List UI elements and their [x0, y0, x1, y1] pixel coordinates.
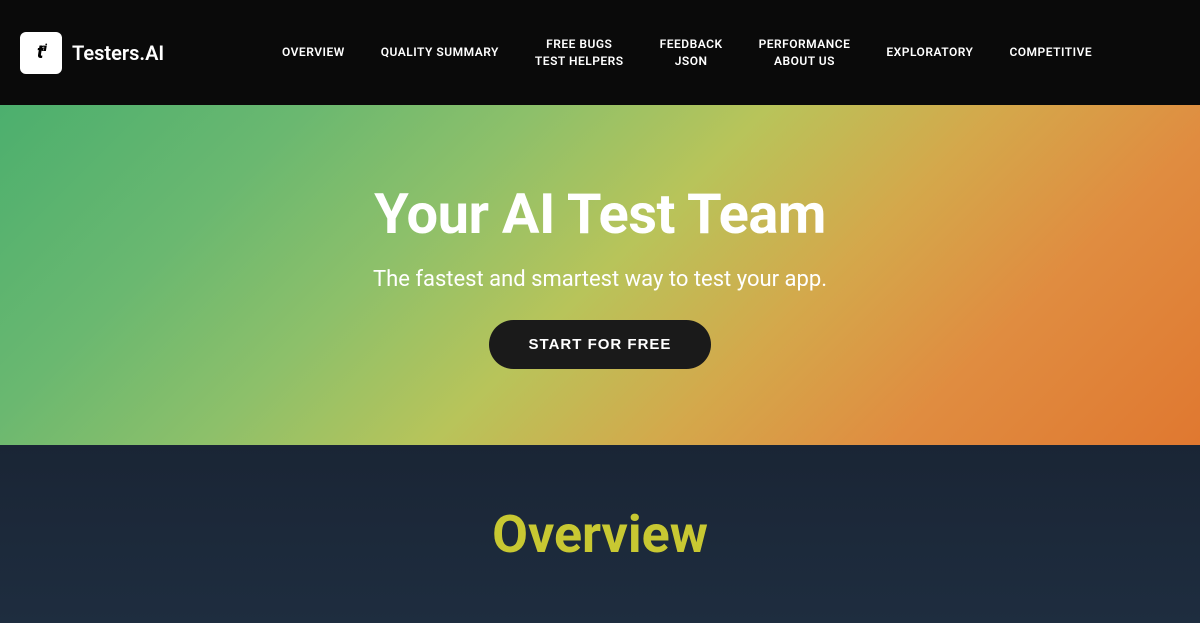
nav-exploratory[interactable]: EXPLORATORY — [868, 36, 991, 69]
nav-competitive[interactable]: COMPETITIVE — [991, 36, 1110, 69]
nav-free-bugs[interactable]: FREE BUGSTEST HELPERS — [517, 28, 642, 78]
main-nav: OVERVIEW QUALITY SUMMARY FREE BUGSTEST H… — [194, 28, 1180, 78]
nav-feedback-json[interactable]: FEEDBACKJSON — [642, 28, 741, 78]
logo-icon: tai — [20, 32, 62, 74]
logo[interactable]: tai Testers.AI — [20, 32, 164, 74]
overview-title: Overview — [492, 504, 708, 565]
start-for-free-button[interactable]: START FOR FREE — [489, 320, 712, 369]
hero-section: Your AI Test Team The fastest and smarte… — [0, 105, 1200, 445]
hero-title: Your AI Test Team — [374, 181, 826, 247]
header: tai Testers.AI OVERVIEW QUALITY SUMMARY … — [0, 0, 1200, 105]
hero-subtitle: The fastest and smartest way to test you… — [373, 267, 827, 292]
nav-performance[interactable]: PERFORMANCEAbout Us — [741, 28, 869, 78]
logo-text: Testers.AI — [72, 41, 164, 65]
overview-section: Overview — [0, 445, 1200, 623]
nav-overview[interactable]: OVERVIEW — [264, 36, 363, 69]
nav-quality-summary[interactable]: QUALITY SUMMARY — [363, 36, 517, 69]
